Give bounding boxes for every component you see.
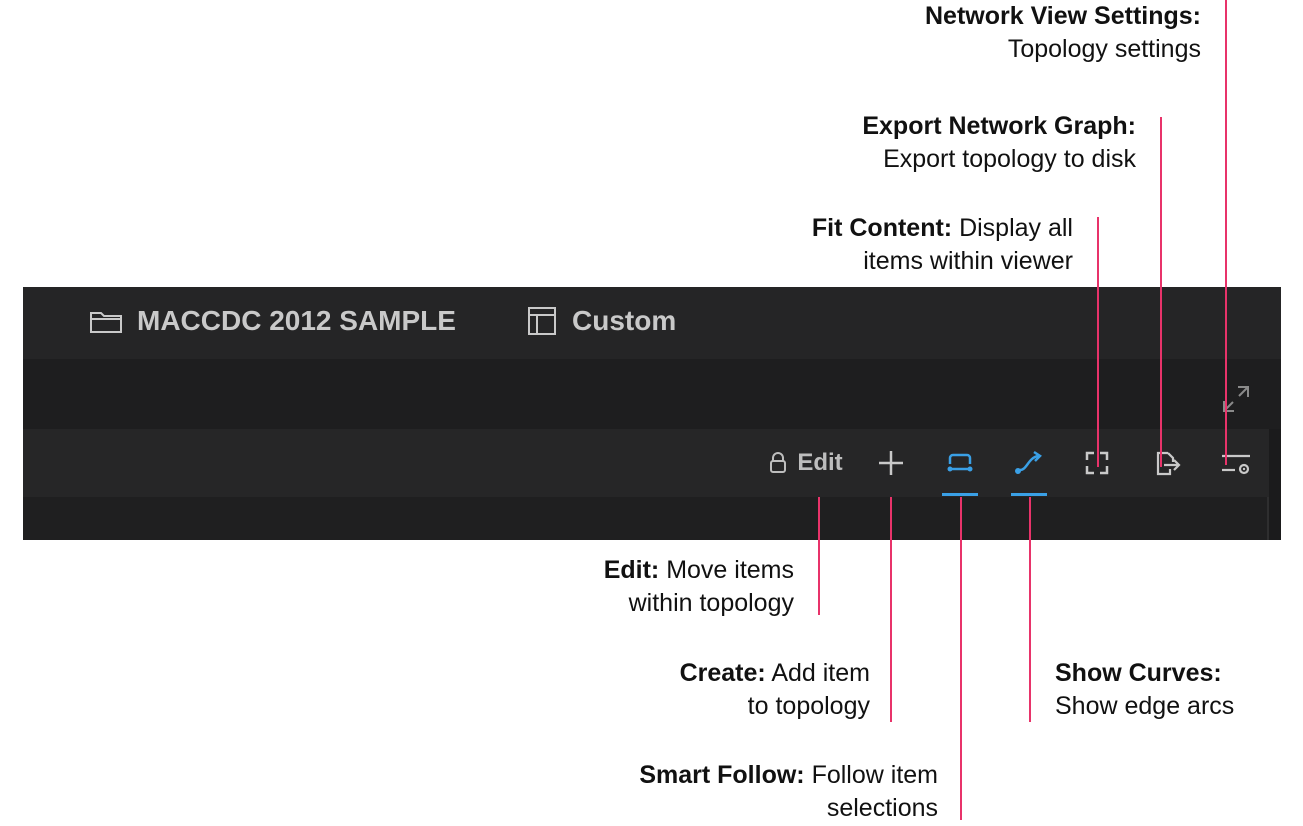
callout-edit: Edit: Move items within topology bbox=[604, 554, 794, 620]
callout-title: Export Network Graph: bbox=[862, 112, 1136, 140]
view-header bbox=[23, 359, 1281, 429]
lock-icon bbox=[770, 452, 787, 473]
connector-smart-follow bbox=[960, 497, 962, 820]
folder-icon bbox=[90, 312, 122, 333]
dataset-title: MACCDC 2012 SAMPLE bbox=[137, 305, 456, 336]
layout-tab[interactable]: Custom bbox=[526, 303, 676, 339]
callout-export-network-graph: Export Network Graph: Export topology to… bbox=[862, 110, 1136, 176]
callout-desc: Display all bbox=[959, 214, 1073, 242]
connector-show-curves bbox=[1029, 497, 1031, 722]
export-icon bbox=[1156, 451, 1181, 476]
callout-desc: Add item bbox=[771, 659, 870, 687]
callout-desc: to topology bbox=[747, 692, 870, 720]
callout-title: Show Curves: bbox=[1055, 659, 1222, 687]
callout-title: Edit: bbox=[603, 556, 660, 584]
callout-title: Fit Content: bbox=[811, 214, 953, 242]
show-curves-active-indicator bbox=[1011, 493, 1047, 496]
create-button[interactable] bbox=[873, 445, 909, 481]
connector-export-network-graph bbox=[1160, 117, 1162, 467]
smart-follow-icon bbox=[947, 453, 973, 472]
callout-network-view-settings: Network View Settings: Topology settings bbox=[925, 0, 1201, 66]
callout-create: Create: Add item to topology bbox=[680, 657, 870, 723]
callout-desc: Export topology to disk bbox=[883, 145, 1136, 173]
edit-label: Edit bbox=[797, 449, 843, 476]
smart-follow-button[interactable] bbox=[942, 445, 978, 481]
callout-title: Network View Settings: bbox=[925, 2, 1201, 30]
connector-create bbox=[890, 497, 892, 722]
layout-icon bbox=[528, 307, 556, 335]
callout-title: Smart Follow: bbox=[639, 761, 805, 789]
curve-icon bbox=[1015, 450, 1042, 474]
callout-desc: within topology bbox=[628, 589, 794, 617]
export-network-graph-button[interactable] bbox=[1150, 445, 1184, 481]
callout-desc: Topology settings bbox=[1007, 35, 1201, 63]
edit-button[interactable]: Edit bbox=[761, 445, 851, 481]
callout-desc: selections bbox=[826, 794, 938, 822]
callout-desc: items within viewer bbox=[863, 247, 1073, 275]
network-view-panel: MACCDC 2012 SAMPLE Custom Edit bbox=[23, 287, 1281, 540]
callout-fit-content: Fit Content: Display all items within vi… bbox=[812, 212, 1073, 278]
callout-desc: Follow item bbox=[811, 761, 938, 789]
dataset-tab[interactable]: MACCDC 2012 SAMPLE bbox=[89, 303, 456, 339]
smart-follow-active-indicator bbox=[942, 493, 978, 496]
callout-show-curves: Show Curves: Show edge arcs bbox=[1055, 657, 1234, 723]
network-view-settings-button[interactable] bbox=[1218, 445, 1254, 481]
connector-network-view-settings bbox=[1225, 0, 1227, 465]
plus-icon bbox=[879, 451, 903, 475]
connector-edit bbox=[818, 497, 820, 615]
show-curves-button[interactable] bbox=[1011, 445, 1047, 481]
callout-desc: Move items bbox=[666, 556, 794, 584]
topology-canvas[interactable] bbox=[23, 497, 1269, 540]
callout-title: Create: bbox=[679, 659, 766, 687]
connector-fit-content bbox=[1097, 217, 1099, 467]
callout-smart-follow: Smart Follow: Follow item selections bbox=[639, 759, 938, 825]
callout-desc: Show edge arcs bbox=[1055, 692, 1235, 720]
layout-name: Custom bbox=[572, 305, 677, 336]
